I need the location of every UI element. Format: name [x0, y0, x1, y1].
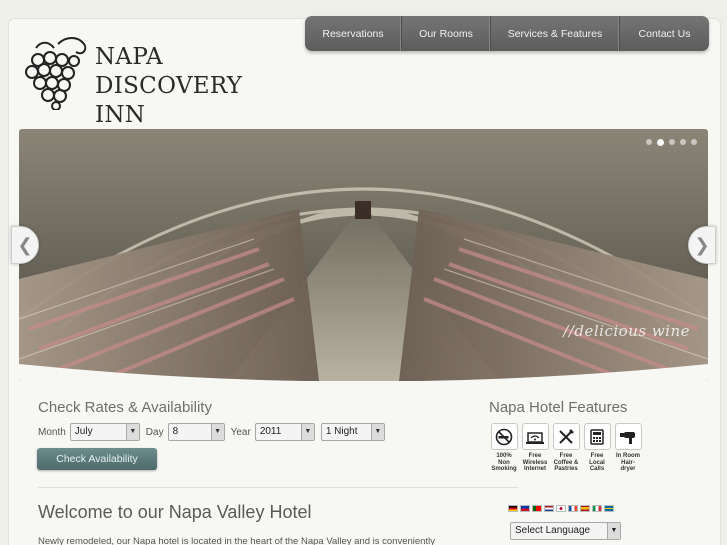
feature-label: In Room Hair-dryer	[616, 453, 640, 472]
chevron-down-icon: ▼	[607, 523, 620, 539]
divider	[38, 487, 518, 488]
chevron-down-icon: ▼	[300, 424, 314, 440]
feature-item: 100% Non Smoking	[490, 423, 518, 473]
rates-form: Month July ▼ Day 8 ▼ Year 2011 ▼ 1 Night…	[38, 423, 391, 441]
flag-france[interactable]	[568, 505, 578, 512]
brand-name: NAPA DISCOVERY INN	[95, 43, 288, 130]
slide-dot[interactable]	[680, 139, 686, 145]
flag-sweden[interactable]	[604, 505, 614, 512]
utensils-icon	[552, 423, 580, 450]
month-value: July	[74, 426, 93, 437]
month-select[interactable]: July ▼	[69, 423, 140, 441]
day-select[interactable]: 8 ▼	[167, 423, 225, 441]
welcome-text: Newly remodeled, our Napa hotel is locat…	[38, 536, 435, 545]
feature-label: Free Coffee & Pastries	[553, 453, 579, 472]
language-select[interactable]: Select Language ▼	[510, 522, 621, 540]
feature-label: 100% Non Smoking	[491, 453, 517, 472]
logo[interactable]: NAPA DISCOVERY INN	[18, 34, 288, 128]
year-value: 2011	[259, 426, 282, 437]
no-smoking-icon	[490, 423, 518, 450]
check-availability-button[interactable]: Check Availability	[37, 448, 157, 470]
language-flags	[508, 505, 614, 512]
feature-item: Free Local Calls	[583, 423, 611, 473]
flag-german[interactable]	[508, 505, 518, 512]
feature-item: Free Coffee & Pastries	[552, 423, 580, 473]
year-select[interactable]: 2011 ▼	[254, 423, 315, 441]
brand-line1: NAPA	[95, 44, 163, 70]
brand-line2: DISCOVERY INN	[95, 73, 243, 128]
feature-label: Free Wireless Internet	[522, 453, 548, 472]
wine-cellar-image	[19, 129, 708, 381]
day-value: 8	[172, 426, 179, 437]
slide-dot[interactable]	[669, 139, 675, 145]
welcome-title: Welcome to our Napa Valley Hotel	[38, 502, 312, 522]
nights-value: 1 Night	[325, 426, 358, 437]
nav-item-services-features[interactable]: Services & Features	[491, 16, 620, 51]
nights-select[interactable]: 1 Night ▼	[320, 423, 385, 441]
slide-dot[interactable]	[646, 139, 652, 145]
chevron-right-icon: ❯	[694, 234, 710, 256]
hero-slideshow[interactable]: //delicious wine	[19, 129, 708, 381]
year-label: Year	[230, 426, 251, 438]
month-label: Month	[38, 426, 66, 438]
nav-item-reservations[interactable]: Reservations	[305, 16, 402, 51]
chevron-down-icon: ▼	[125, 424, 139, 440]
flag-netherlands[interactable]	[544, 505, 554, 512]
main-nav: Reservations Our Rooms Services & Featur…	[305, 16, 709, 51]
nav-item-contact-us[interactable]: Contact Us	[620, 16, 709, 51]
slide-dots	[646, 138, 697, 146]
features-title: Napa Hotel Features	[489, 399, 628, 416]
slide-dot-active[interactable]	[657, 138, 664, 146]
flag-italy[interactable]	[592, 505, 602, 512]
hairdryer-icon	[614, 423, 642, 450]
hero-caption-text: delicious wine	[574, 322, 690, 340]
feature-label: Free Local Calls	[589, 453, 605, 472]
nav-item-our-rooms[interactable]: Our Rooms	[402, 16, 491, 51]
feature-item: Free Wireless Internet	[521, 423, 549, 473]
features-list: 100% Non Smoking Free Wireless Internet …	[490, 423, 642, 473]
flag-portugal[interactable]	[532, 505, 542, 512]
slide-dot[interactable]	[691, 139, 697, 145]
feature-item: In Room Hair-dryer	[614, 423, 642, 473]
grapes-icon	[25, 37, 87, 110]
chevron-down-icon: ▼	[370, 424, 384, 440]
chevron-down-icon: ▼	[210, 424, 224, 440]
laptop-wifi-icon	[521, 423, 549, 450]
flag-philippines[interactable]	[520, 505, 530, 512]
phone-icon	[583, 423, 611, 450]
hero-caption: //delicious wine	[563, 322, 690, 340]
flag-spain[interactable]	[580, 505, 590, 512]
rates-title: Check Rates & Availability	[38, 399, 212, 416]
flag-japan[interactable]	[556, 505, 566, 512]
chevron-left-icon: ❮	[17, 234, 33, 256]
language-select-label: Select Language	[515, 525, 591, 536]
day-label: Day	[145, 426, 164, 438]
